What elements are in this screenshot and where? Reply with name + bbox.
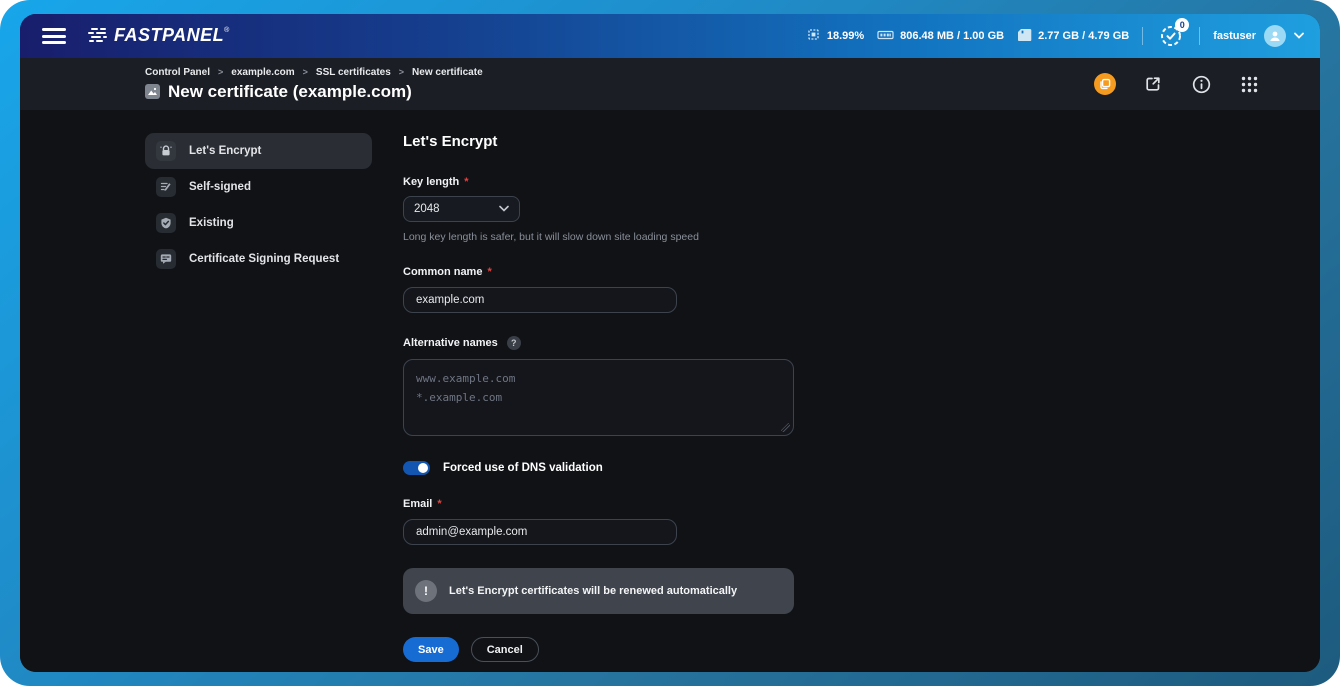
breadcrumb-ssl-certificates[interactable]: SSL certificates: [316, 67, 391, 78]
key-length-value: 2048: [414, 203, 440, 215]
external-link-icon[interactable]: [1142, 73, 1164, 95]
form-heading: Let's Encrypt: [403, 133, 1320, 150]
notification-count-badge: 0: [1175, 18, 1189, 32]
whats-new-icon[interactable]: [1094, 73, 1116, 95]
page-header: Control Panel > example.com > SSL certif…: [20, 58, 1320, 110]
ram-usage-value: 806.48 MB / 1.00 GB: [900, 30, 1004, 42]
info-icon[interactable]: [1190, 73, 1212, 95]
required-marker: *: [437, 498, 441, 510]
sidebar-item-label: Existing: [189, 217, 234, 229]
disk-icon: [1017, 28, 1032, 45]
exclamation-icon: !: [415, 580, 437, 602]
key-length-select[interactable]: 2048: [403, 196, 520, 222]
key-length-label: Key length*: [403, 176, 1320, 188]
breadcrumb: Control Panel > example.com > SSL certif…: [145, 67, 483, 78]
cpu-icon: [806, 27, 821, 45]
ram-usage-stat: 806.48 MB / 1.00 GB: [877, 29, 1004, 44]
content-area: Let's Encrypt Self-signed Existing Certi…: [20, 110, 1320, 672]
breadcrumb-site[interactable]: example.com: [231, 67, 294, 78]
sidebar-item-label: Self-signed: [189, 181, 251, 193]
shield-check-icon: [156, 213, 176, 233]
logo-text: FASTPANEL: [114, 25, 224, 46]
key-length-help-text: Long key length is safer, but it will sl…: [403, 231, 1320, 243]
disk-usage-stat: 2.77 GB / 4.79 GB: [1017, 28, 1129, 45]
equalizer-icon: [88, 28, 108, 48]
common-name-label: Common name*: [403, 266, 1320, 278]
tasks-notification-button[interactable]: 0: [1156, 21, 1186, 51]
required-marker: *: [464, 176, 468, 188]
top-navbar: FASTPANEL ® 18.99% 806.48 MB / 1.00 GB 2…: [20, 14, 1320, 58]
fastpanel-logo[interactable]: FASTPANEL ®: [88, 25, 229, 48]
email-input[interactable]: [403, 519, 677, 545]
sidebar-item-self-signed[interactable]: Self-signed: [145, 169, 372, 205]
disk-usage-value: 2.77 GB / 4.79 GB: [1038, 30, 1129, 42]
breadcrumb-control-panel[interactable]: Control Panel: [145, 67, 210, 78]
sidebar-item-label: Let's Encrypt: [189, 145, 261, 157]
sidebar-item-existing[interactable]: Existing: [145, 205, 372, 241]
alternative-names-textarea[interactable]: [403, 359, 794, 436]
sidebar-item-lets-encrypt[interactable]: Let's Encrypt: [145, 133, 372, 169]
breadcrumb-separator: >: [218, 67, 223, 77]
window-frame: FASTPANEL ® 18.99% 806.48 MB / 1.00 GB 2…: [0, 0, 1340, 686]
dns-validation-toggle[interactable]: [403, 461, 430, 475]
certificate-type-sidebar: Let's Encrypt Self-signed Existing Certi…: [145, 133, 372, 672]
navbar-status-area: 18.99% 806.48 MB / 1.00 GB 2.77 GB / 4.7…: [806, 21, 1304, 51]
document-pen-icon: [156, 177, 176, 197]
cancel-button[interactable]: Cancel: [471, 637, 539, 662]
certificate-form: Let's Encrypt Key length* 2048 Long key …: [403, 133, 1320, 672]
notice-text: Let's Encrypt certificates will be renew…: [449, 585, 737, 597]
site-favicon-icon: [145, 84, 160, 99]
hamburger-menu-icon[interactable]: [42, 28, 66, 44]
breadcrumb-separator: >: [399, 67, 404, 77]
navbar-divider: [1142, 27, 1143, 45]
breadcrumb-new-certificate[interactable]: New certificate: [412, 67, 483, 78]
help-question-icon[interactable]: ?: [507, 336, 521, 350]
lock-icon: [156, 141, 176, 161]
cpu-usage-value: 18.99%: [827, 30, 864, 42]
navbar-divider: [1199, 27, 1200, 45]
user-menu[interactable]: fastuser: [1213, 25, 1304, 47]
alternative-names-label: Alternative names ?: [403, 336, 1320, 350]
user-avatar-icon: [1264, 25, 1286, 47]
chevron-down-icon: [499, 203, 509, 215]
common-name-input[interactable]: [403, 287, 677, 313]
page-title: New certificate (example.com): [168, 82, 412, 102]
username: fastuser: [1213, 30, 1256, 42]
request-lines-icon: [156, 249, 176, 269]
ram-icon: [877, 29, 894, 44]
logo-registered-mark: ®: [224, 27, 229, 34]
sidebar-item-certificate-signing-request[interactable]: Certificate Signing Request: [145, 241, 372, 277]
cpu-usage-stat: 18.99%: [806, 27, 864, 45]
dns-validation-label: Forced use of DNS validation: [443, 462, 603, 474]
apps-grid-icon[interactable]: [1238, 73, 1260, 95]
auto-renewal-notice: ! Let's Encrypt certificates will be ren…: [403, 568, 794, 614]
sidebar-item-label: Certificate Signing Request: [189, 253, 339, 265]
email-label: Email*: [403, 498, 1320, 510]
chevron-down-icon: [1294, 30, 1304, 42]
breadcrumb-separator: >: [303, 67, 308, 77]
save-button[interactable]: Save: [403, 637, 459, 662]
required-marker: *: [487, 266, 491, 278]
app-panel: FASTPANEL ® 18.99% 806.48 MB / 1.00 GB 2…: [20, 14, 1320, 672]
